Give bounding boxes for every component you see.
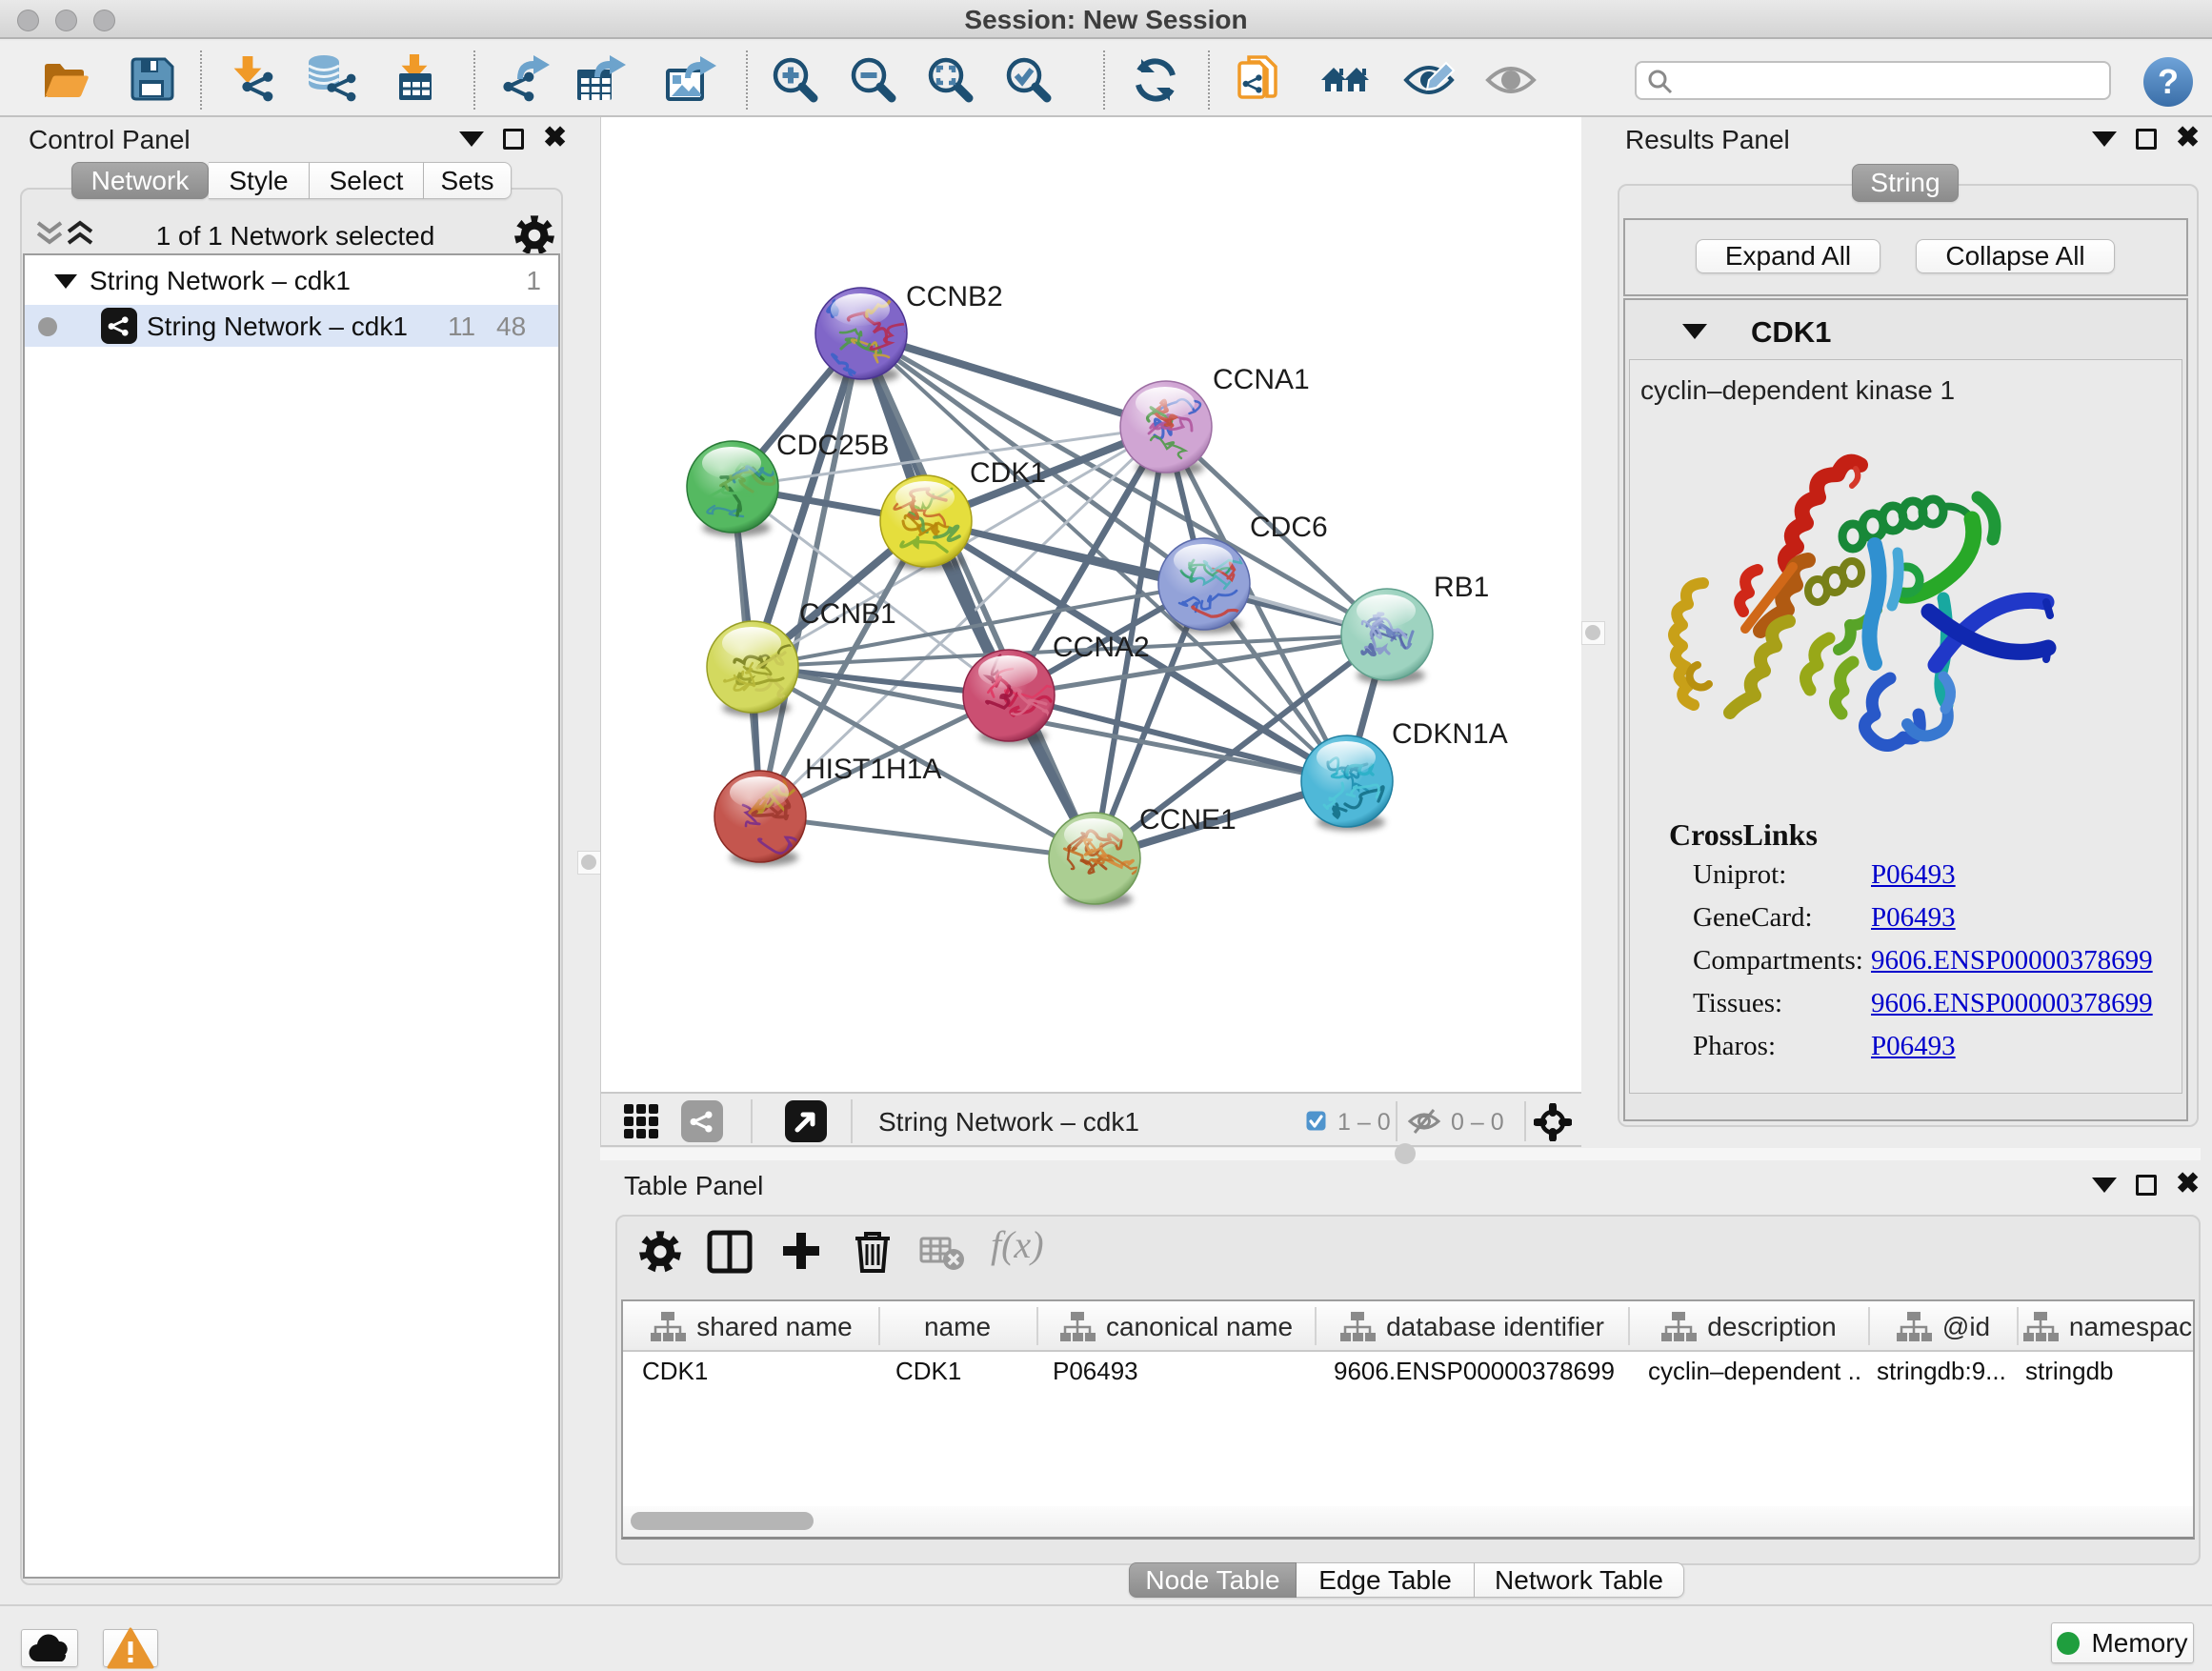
svg-text:CCNA2: CCNA2: [1053, 632, 1150, 663]
svg-text:?: ?: [2158, 62, 2179, 101]
svg-text:CDC25B: CDC25B: [776, 430, 889, 461]
svg-text:CCNE1: CCNE1: [1139, 804, 1237, 836]
svg-text:CCNA1: CCNA1: [1213, 364, 1310, 395]
svg-text:CDKN1A: CDKN1A: [1392, 718, 1508, 750]
svg-text:HIST1H1A: HIST1H1A: [805, 754, 941, 785]
svg-text:CDC6: CDC6: [1250, 512, 1328, 543]
svg-text:CDK1: CDK1: [970, 457, 1046, 489]
svg-text:RB1: RB1: [1434, 572, 1489, 603]
svg-text:CCNB2: CCNB2: [906, 281, 1003, 312]
svg-text:CCNB1: CCNB1: [799, 598, 896, 630]
